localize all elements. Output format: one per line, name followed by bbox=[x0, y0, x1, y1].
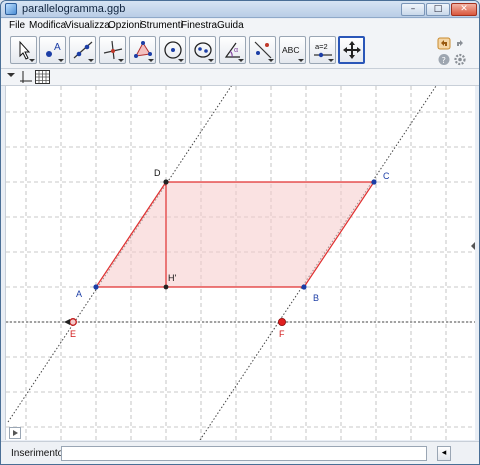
menu-finestra[interactable]: Finestra bbox=[181, 20, 217, 31]
point-c[interactable] bbox=[371, 179, 377, 185]
label-d: D bbox=[154, 168, 161, 178]
label-e: E bbox=[70, 329, 76, 339]
style-bar bbox=[1, 69, 479, 86]
geometry-canvas[interactable]: A B C D H' E F bbox=[6, 86, 475, 440]
undo-icon[interactable] bbox=[437, 37, 451, 50]
svg-text:?: ? bbox=[442, 56, 446, 65]
settings-icon[interactable] bbox=[453, 53, 467, 66]
menu-file[interactable]: File bbox=[9, 20, 25, 31]
parallelogram-abcd[interactable] bbox=[94, 181, 376, 288]
slider-icon: a=2 bbox=[314, 42, 332, 58]
label-h: H' bbox=[168, 273, 176, 283]
angle-icon: α bbox=[224, 42, 240, 58]
point-h[interactable] bbox=[163, 284, 169, 290]
circle-tool[interactable] bbox=[159, 36, 186, 64]
menu-modifica[interactable]: Modifica bbox=[29, 20, 66, 31]
algebra-view-toggle-icon[interactable] bbox=[9, 427, 21, 439]
point-a[interactable] bbox=[93, 284, 99, 290]
title-bar: parallelogramma.ggb – □ ✕ bbox=[1, 1, 479, 18]
point-d[interactable] bbox=[163, 179, 169, 185]
ellipse-icon bbox=[194, 42, 212, 58]
minimize-button[interactable]: – bbox=[401, 3, 425, 16]
angle-tool[interactable]: α bbox=[219, 36, 246, 64]
input-bar: Inserimento: ◂ bbox=[1, 441, 479, 464]
point-icon: A bbox=[46, 42, 61, 57]
reflect-about-line-icon bbox=[254, 41, 272, 59]
menu-guida[interactable]: Guida bbox=[217, 20, 244, 31]
line-through-points-icon bbox=[73, 41, 93, 59]
perpendicular-line-icon bbox=[103, 40, 123, 60]
new-point-tool[interactable]: A bbox=[39, 36, 66, 64]
style-bar-toggle-icon[interactable] bbox=[7, 71, 15, 79]
input-label: Inserimento: bbox=[11, 448, 67, 459]
svg-text:a=2: a=2 bbox=[315, 42, 328, 51]
help-icon[interactable]: ? bbox=[437, 53, 451, 66]
polygon-icon bbox=[134, 41, 152, 58]
conic-tool[interactable] bbox=[189, 36, 216, 64]
perpendicular-line-tool[interactable] bbox=[99, 36, 126, 64]
application-window: parallelogramma.ggb – □ ✕ File Modifica … bbox=[0, 0, 480, 465]
polygon-tool[interactable] bbox=[129, 36, 156, 64]
grid-toggle-icon[interactable] bbox=[35, 70, 50, 84]
label-c: C bbox=[383, 171, 390, 181]
app-icon bbox=[5, 3, 17, 15]
window-title: parallelogramma.ggb bbox=[22, 3, 126, 15]
label-f: F bbox=[279, 329, 285, 339]
move-graphics-view-tool[interactable] bbox=[338, 36, 365, 64]
text-icon: ABC bbox=[282, 45, 299, 55]
label-b: B bbox=[313, 293, 319, 303]
svg-text:ABC: ABC bbox=[282, 45, 299, 55]
menu-opzioni[interactable]: Opzioni bbox=[108, 20, 142, 31]
menu-bar: File Modifica Visualizza Opzioni Strumen… bbox=[1, 19, 479, 34]
graphics-view[interactable]: A B C D H' E F bbox=[5, 86, 475, 440]
slider-tool[interactable]: a=2 bbox=[309, 36, 336, 64]
axes-toggle-icon[interactable] bbox=[19, 70, 33, 84]
reflect-tool[interactable] bbox=[249, 36, 276, 64]
side-panel-toggle-icon[interactable] bbox=[471, 242, 475, 250]
point-e[interactable] bbox=[69, 318, 77, 326]
point-e-marker-icon bbox=[64, 319, 70, 325]
arrow-cursor-icon bbox=[19, 40, 31, 60]
svg-text:α: α bbox=[234, 47, 238, 54]
menu-strumenti[interactable]: Strumenti bbox=[140, 20, 183, 31]
move-graphics-view-icon bbox=[343, 41, 361, 59]
menu-visualizza[interactable]: Visualizza bbox=[65, 20, 110, 31]
line-tool[interactable] bbox=[69, 36, 96, 64]
maximize-button[interactable]: □ bbox=[426, 3, 450, 16]
move-tool[interactable] bbox=[10, 36, 37, 64]
input-field[interactable] bbox=[61, 446, 427, 461]
label-a: A bbox=[76, 289, 82, 299]
input-help-icon[interactable]: ◂ bbox=[437, 446, 451, 461]
redo-icon[interactable] bbox=[453, 37, 467, 50]
text-tool[interactable]: ABC bbox=[279, 36, 306, 64]
close-button[interactable]: ✕ bbox=[451, 3, 477, 16]
svg-text:A: A bbox=[54, 42, 61, 53]
circle-icon bbox=[164, 41, 182, 59]
toolbar: A α ABC a=2 ? bbox=[1, 34, 479, 69]
point-b[interactable] bbox=[301, 284, 307, 290]
point-f[interactable] bbox=[277, 317, 286, 326]
